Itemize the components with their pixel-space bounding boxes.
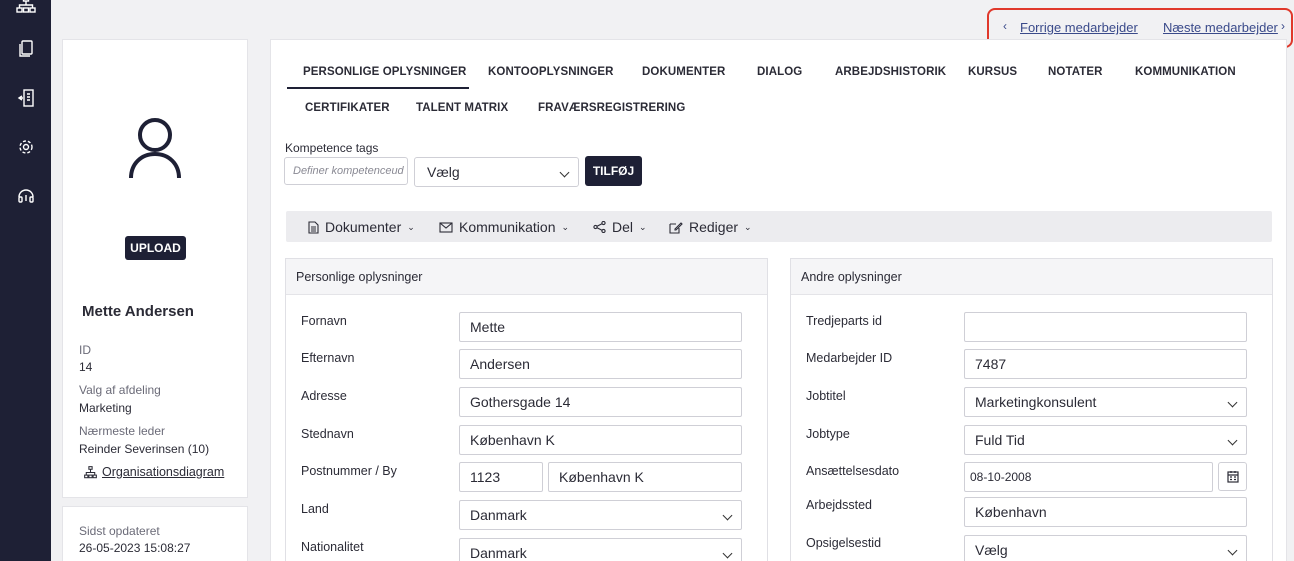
org-chart-icon[interactable] xyxy=(16,0,36,16)
gear-icon[interactable] xyxy=(16,137,36,157)
last-name-label: Efternavn xyxy=(301,351,355,365)
share-menu-label: Del xyxy=(612,219,634,235)
job-title-select[interactable]: Marketingkonsulent xyxy=(964,387,1247,417)
tab-account-info[interactable]: KONTOOPLYSNINGER xyxy=(488,66,614,78)
documents-icon[interactable] xyxy=(16,39,36,59)
tab-certificates[interactable]: CERTIFIKATER xyxy=(305,102,390,114)
address-label: Adresse xyxy=(301,389,347,403)
hire-date-field[interactable]: 08-10-2008 xyxy=(964,462,1213,492)
job-type-label: Jobtype xyxy=(806,427,850,441)
notice-period-label: Opsigelsestid xyxy=(806,536,882,550)
tab-documents[interactable]: DOKUMENTER xyxy=(642,66,725,78)
share-icon xyxy=(593,221,606,233)
edit-menu[interactable]: Rediger ⌄ xyxy=(669,219,752,235)
notice-period-select[interactable]: Vælg xyxy=(964,535,1247,561)
left-navigation-rail xyxy=(0,0,51,561)
employee-id-field[interactable]: 7487 xyxy=(964,349,1247,379)
department-label: Valg af afdeling xyxy=(79,383,161,397)
nationality-select[interactable]: Danmark xyxy=(459,538,742,561)
edit-icon xyxy=(669,221,683,234)
share-menu[interactable]: Del ⌄ xyxy=(593,219,647,235)
department-value: Marketing xyxy=(79,401,132,415)
workplace-field[interactable]: København xyxy=(964,497,1247,527)
zip-city-label: Postnummer / By xyxy=(301,464,397,478)
tab-absence-registration[interactable]: FRAVÆRSREGISTRERING xyxy=(538,102,685,114)
envelope-icon xyxy=(439,221,453,233)
competence-tag-select[interactable]: Vælg xyxy=(414,157,579,187)
org-chart-link[interactable]: Organisationsdiagram xyxy=(102,465,224,479)
competence-tag-input[interactable]: Definer kompetenceud xyxy=(284,157,408,185)
other-info-title: Andre oplysninger xyxy=(791,259,1272,295)
next-employee-link[interactable]: Næste medarbejder xyxy=(1163,20,1278,35)
last-name-field[interactable]: Andersen xyxy=(459,349,742,379)
job-title-label: Jobtitel xyxy=(806,389,846,403)
employee-name: Mette Andersen xyxy=(82,303,194,320)
edit-menu-label: Rediger xyxy=(689,219,739,235)
id-value: 14 xyxy=(79,360,93,374)
last-updated-label: Sidst opdateret xyxy=(79,524,160,538)
tab-communication[interactable]: KOMMUNIKATION xyxy=(1135,66,1236,78)
tab-notes[interactable]: NOTATER xyxy=(1048,66,1103,78)
third-party-id-field[interactable] xyxy=(964,312,1247,342)
chevron-down-icon: ⌄ xyxy=(561,221,570,232)
upload-photo-button[interactable]: UPLOAD xyxy=(125,236,186,260)
action-toolbar: Dokumenter ⌄ Kommunikation ⌄ Del ⌄ Redig… xyxy=(286,211,1272,242)
job-type-select[interactable]: Fuld Tid xyxy=(964,425,1247,455)
nationality-label: Nationalitet xyxy=(301,540,364,554)
city-field[interactable]: København K xyxy=(459,425,742,455)
communication-menu-label: Kommunikation xyxy=(459,219,556,235)
id-label: ID xyxy=(79,343,91,357)
chevron-down-icon: ⌄ xyxy=(744,221,752,232)
manager-label: Nærmeste leder xyxy=(79,424,166,438)
tab-talent-matrix[interactable]: TALENT MATRIX xyxy=(416,102,508,114)
building-exit-icon[interactable] xyxy=(16,88,36,108)
address-field[interactable]: Gothersgade 14 xyxy=(459,387,742,417)
last-updated-value: 26-05-2023 15:08:27 xyxy=(79,541,191,555)
third-party-id-label: Tredjeparts id xyxy=(806,314,882,328)
active-tab-indicator xyxy=(287,87,469,89)
add-tag-button[interactable]: TILFØJ xyxy=(585,156,642,186)
city-label: Stednavn xyxy=(301,427,354,441)
document-icon xyxy=(308,220,319,234)
tab-dialog[interactable]: DIALOG xyxy=(757,66,802,78)
chevron-down-icon: ⌄ xyxy=(639,221,647,232)
tab-personal-info[interactable]: PERSONLIGE OPLYSNINGER xyxy=(303,66,466,78)
country-label: Land xyxy=(301,502,329,516)
zip-field[interactable]: 1123 xyxy=(459,462,543,492)
manager-value: Reinder Severinsen (10) xyxy=(79,442,210,456)
competence-tags-label: Kompetence tags xyxy=(285,141,379,155)
country-select[interactable]: Danmark xyxy=(459,500,742,530)
chevron-down-icon: ⌄ xyxy=(407,221,415,232)
documents-menu[interactable]: Dokumenter ⌄ xyxy=(308,219,415,235)
avatar-placeholder-icon xyxy=(129,118,181,179)
previous-employee-link[interactable]: Forrige medarbejder xyxy=(1020,20,1138,35)
tab-work-history[interactable]: ARBEJDSHISTORIK xyxy=(835,66,946,78)
workplace-label: Arbejdssted xyxy=(806,498,873,512)
calendar-button[interactable] xyxy=(1218,462,1247,491)
tab-courses[interactable]: KURSUS xyxy=(968,66,1017,78)
chevron-right-icon[interactable]: › xyxy=(1281,19,1285,33)
communication-menu[interactable]: Kommunikation ⌄ xyxy=(439,219,569,235)
first-name-field[interactable]: Mette xyxy=(459,312,742,342)
employee-id-label: Medarbejder ID xyxy=(806,351,893,365)
org-chart-icon xyxy=(84,466,97,479)
personal-info-title: Personlige oplysninger xyxy=(286,259,767,295)
zip-city-field[interactable]: København K xyxy=(548,462,742,492)
documents-menu-label: Dokumenter xyxy=(325,219,402,235)
hire-date-label: Ansættelsesdato xyxy=(806,464,900,478)
headset-support-icon[interactable] xyxy=(16,186,36,206)
chevron-left-icon[interactable]: ‹ xyxy=(1003,19,1007,33)
calendar-icon xyxy=(1227,471,1239,483)
first-name-label: Fornavn xyxy=(301,314,347,328)
